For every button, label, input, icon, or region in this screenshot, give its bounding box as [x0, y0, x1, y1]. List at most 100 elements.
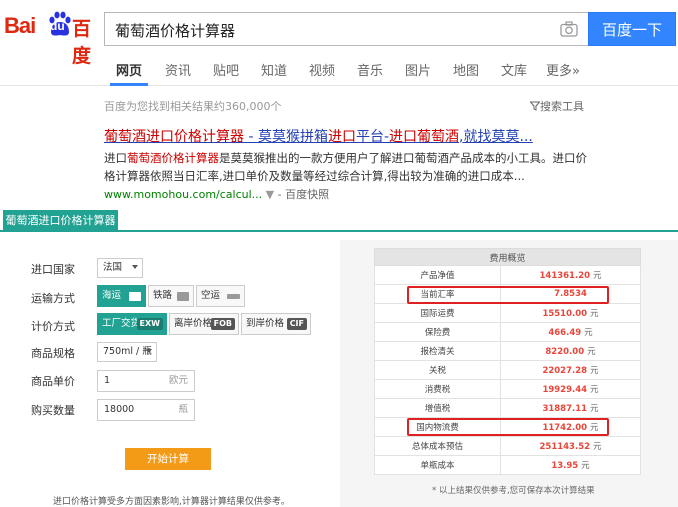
- cost-summary-row: 总体成本预估 251143.52 元: [374, 436, 641, 456]
- cif-tag: CIF: [286, 318, 307, 330]
- cost-item-number: 15510.00: [542, 309, 588, 319]
- tab-more[interactable]: 更多»: [546, 60, 580, 79]
- title-part: 计算器: [202, 129, 244, 145]
- tab-zhidao[interactable]: 知道: [261, 60, 287, 79]
- baidu-logo[interactable]: Bai du 百度: [4, 9, 100, 67]
- cost-item-number: 251143.52: [539, 442, 591, 452]
- quantity-label: 购买数量: [31, 404, 75, 417]
- pricing-exw-option[interactable]: 工厂交货 EXW: [97, 313, 167, 335]
- cost-summary-row: 报检清关 8220.00 元: [374, 341, 641, 361]
- transport-label: 运输方式: [31, 292, 75, 305]
- search-input[interactable]: 葡萄酒价格计算器: [104, 12, 588, 46]
- tab-web[interactable]: 网页: [116, 60, 142, 79]
- transport-air-label: 空运: [201, 290, 221, 301]
- cost-item-unit: 元: [590, 309, 599, 319]
- cost-item-unit: 元: [590, 404, 599, 414]
- cost-item-unit: 元: [581, 461, 590, 471]
- unit-price-input[interactable]: 1 欧元: [97, 370, 195, 392]
- tab-video[interactable]: 视频: [309, 60, 335, 79]
- tab-tieba[interactable]: 贴吧: [213, 60, 239, 79]
- cost-item-label: 总体成本预估: [374, 436, 501, 456]
- cost-item-unit: 元: [587, 347, 596, 357]
- cost-item-number: 31887.11: [542, 404, 588, 414]
- cost-item-label: 增值税: [374, 398, 501, 418]
- abstract-part: 葡萄酒价格计算器: [127, 151, 219, 165]
- search-button[interactable]: 百度一下: [588, 12, 676, 46]
- summary-note: * 以上结果仅供参考,您可保存本次计算结果: [432, 486, 595, 496]
- cost-item-label: 保险费: [374, 322, 501, 342]
- cost-summary-table: 费用概览 产品净值 141361.20 元当前汇率 7.8534 国际运费 15510…: [374, 248, 641, 475]
- cost-summary-row: 增值税 31887.11 元: [374, 398, 641, 418]
- pricing-label: 计价方式: [31, 320, 75, 333]
- cost-summary-row: 消费税 19929.44 元: [374, 379, 641, 399]
- plane-icon: [227, 294, 240, 299]
- exw-tag: EXW: [136, 318, 163, 330]
- title-part: - 莫莫猴拼箱: [244, 129, 328, 145]
- result-url: www.momohou.com/calcul... ▼ - 百度快照: [104, 186, 329, 202]
- pricing-fob-option[interactable]: 离岸价格 FOB: [169, 313, 239, 335]
- start-calculate-button[interactable]: 开始计算: [125, 448, 211, 470]
- chevron-down-icon: [132, 265, 138, 269]
- tab-music[interactable]: 音乐: [357, 60, 383, 79]
- active-tab-indicator: [110, 83, 148, 86]
- cost-item-value: 19929.44 元: [500, 379, 641, 399]
- quantity-value: 18000: [104, 404, 135, 415]
- unit-price-currency: 欧元: [168, 375, 188, 386]
- transport-sea-option[interactable]: 海运: [97, 285, 146, 307]
- transport-rail-option[interactable]: 铁路: [148, 285, 194, 307]
- title-part: 进口: [327, 129, 356, 145]
- search-nav-tabs: 网页 资讯 贴吧 知道 视频 音乐 图片 地图 文库 更多»: [0, 52, 678, 86]
- baidu-header: Bai du 百度 葡萄酒价格计算器 百度一下: [0, 0, 678, 67]
- result-count: 百度为您找到相关结果约360,000个: [104, 100, 282, 113]
- pricing-cif-option[interactable]: 到岸价格 CIF: [241, 313, 311, 335]
- unit-price-label: 商品单价: [31, 375, 75, 388]
- cost-item-label: 报检清关: [374, 341, 501, 361]
- cost-item-number: 13.95: [551, 461, 579, 471]
- quantity-unit: 瓶: [178, 404, 188, 415]
- cost-item-unit: 元: [590, 385, 599, 395]
- tab-images[interactable]: 图片: [405, 60, 431, 79]
- snapshot-link[interactable]: - 百度快照: [278, 188, 329, 201]
- filter-icon: [529, 101, 541, 111]
- country-value: 法国: [103, 262, 123, 273]
- title-part: ,就找莫莫...: [459, 129, 533, 145]
- cost-item-value: 15510.00 元: [500, 303, 641, 323]
- exchange-rate-highlight: [407, 286, 609, 304]
- url-dropdown-arrow[interactable]: ▼: [266, 188, 274, 201]
- spec-select[interactable]: 750ml / 瓶: [97, 342, 157, 362]
- pricing-cif-label: 到岸价格: [246, 318, 285, 329]
- calculator-tab[interactable]: 葡萄酒进口价格计算器: [3, 210, 118, 232]
- logo-bai-text: Bai: [4, 13, 36, 38]
- camera-icon[interactable]: [560, 21, 578, 37]
- cost-summary-header: 费用概览: [374, 248, 641, 266]
- cost-item-unit: 元: [593, 442, 602, 452]
- cost-item-unit: 元: [584, 328, 593, 338]
- result-url-text: www.momohou.com/calcul...: [104, 188, 263, 201]
- abstract-part: 进口: [104, 151, 127, 165]
- cost-item-unit: 元: [590, 366, 599, 376]
- cost-summary-row: 单瓶成本 13.95 元: [374, 455, 641, 475]
- tab-news[interactable]: 资讯: [165, 60, 191, 79]
- cost-item-label: 国际运费: [374, 303, 501, 323]
- result-title-link[interactable]: 葡萄酒进口价格计算器 - 莫莫猴拼箱进口平台-进口葡萄酒,就找莫莫...: [104, 126, 533, 146]
- search-tools-button[interactable]: 搜索工具: [529, 98, 584, 114]
- country-select[interactable]: 法国: [97, 258, 143, 278]
- country-label: 进口国家: [31, 263, 75, 276]
- cost-item-unit: 元: [593, 271, 602, 281]
- quantity-input[interactable]: 18000 瓶: [97, 399, 195, 421]
- search-tools-label: 搜索工具: [540, 100, 584, 113]
- cost-item-number: 22027.28: [542, 366, 588, 376]
- title-part: 价格: [174, 129, 202, 145]
- cost-item-label: 关税: [374, 360, 501, 380]
- cost-item-value: 13.95 元: [500, 455, 641, 475]
- tab-wenku[interactable]: 文库: [501, 60, 527, 79]
- title-part: 进口: [389, 129, 418, 145]
- cost-item-value: 22027.28 元: [500, 360, 641, 380]
- unit-price-value: 1: [104, 375, 111, 386]
- cost-item-number: 141361.20: [539, 271, 591, 281]
- cost-item-value: 251143.52 元: [500, 436, 641, 456]
- transport-air-option[interactable]: 空运: [196, 285, 245, 307]
- calculator-disclaimer: 进口价格计算受多方面因素影响,计算器计算结果仅供参考。: [53, 497, 290, 507]
- pricing-fob-label: 离岸价格: [174, 318, 213, 329]
- tab-map[interactable]: 地图: [453, 60, 479, 79]
